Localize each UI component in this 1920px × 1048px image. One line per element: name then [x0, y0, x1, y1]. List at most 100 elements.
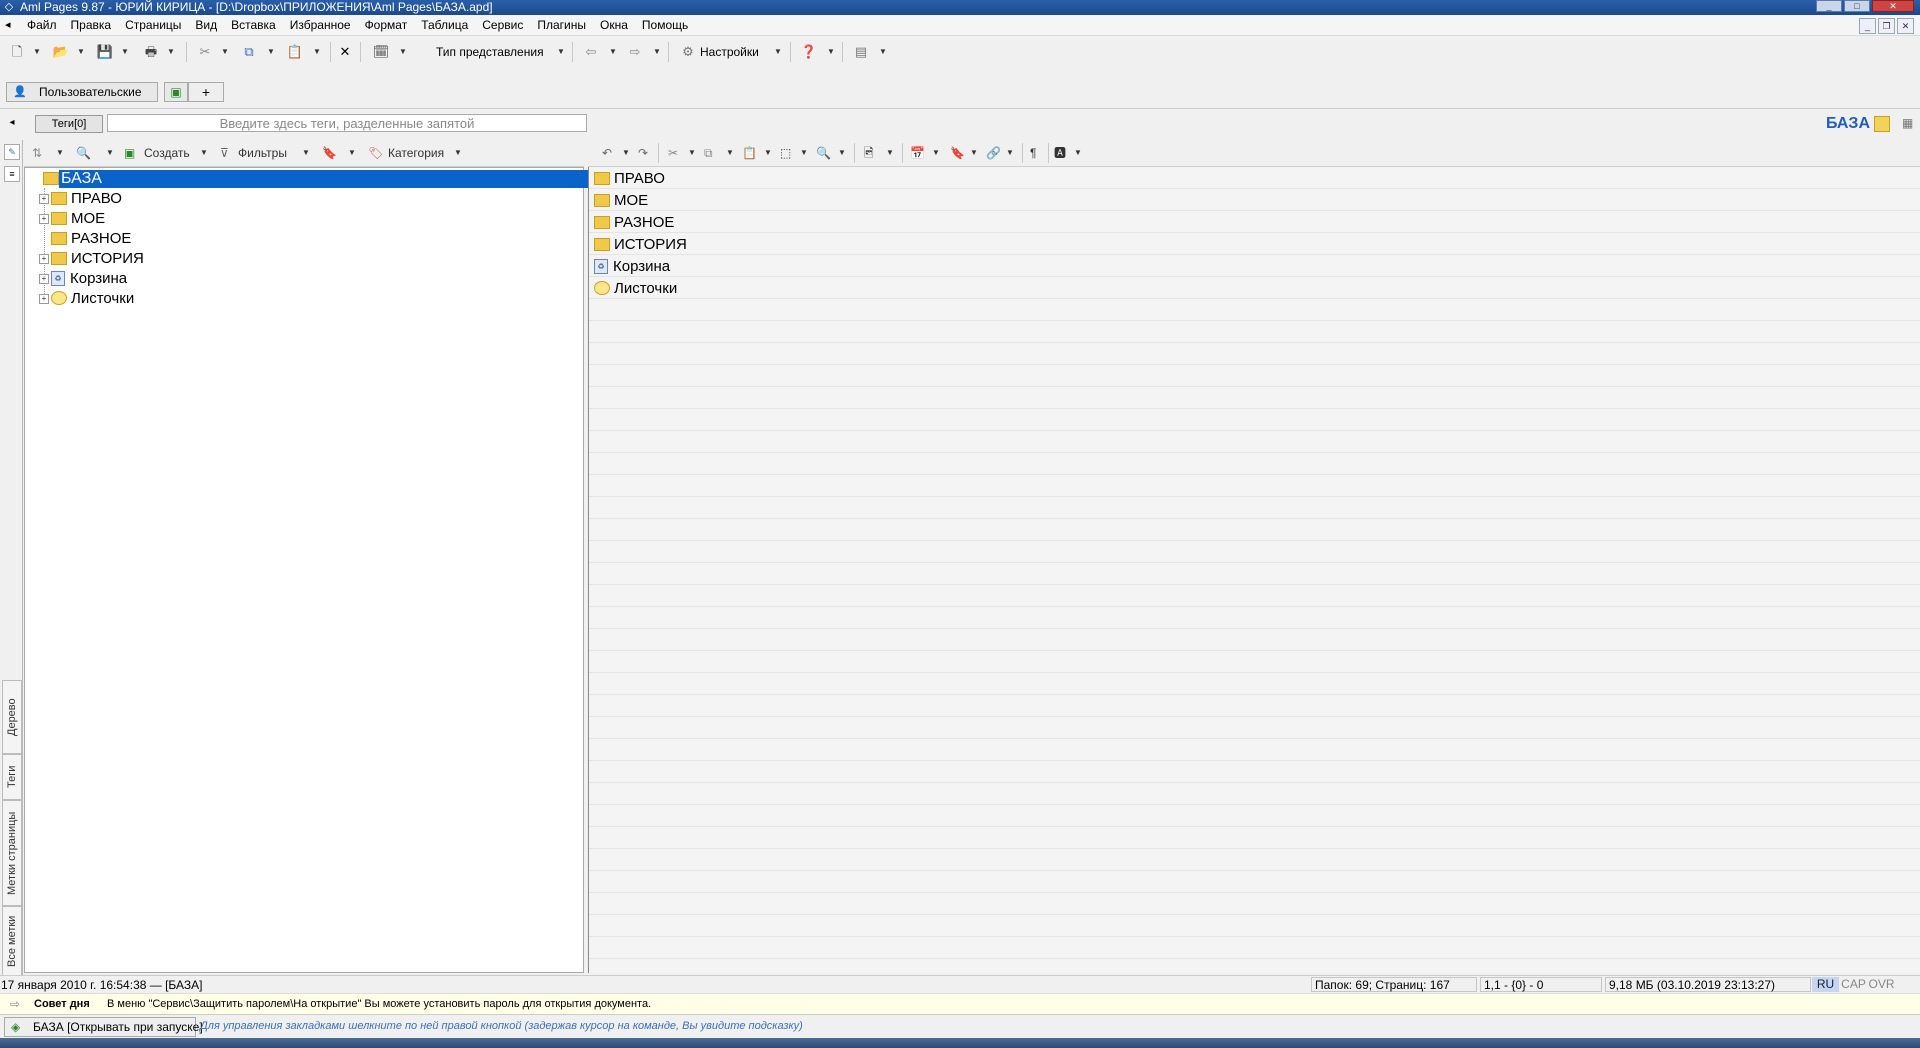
open-icon[interactable]: 📂 [52, 43, 70, 61]
sort-dropdown-icon[interactable]: ▼ [56, 144, 64, 162]
calendar-dropdown-icon[interactable]: ▼ [398, 43, 408, 61]
menu-view[interactable]: Вид [188, 15, 224, 35]
startup-bookmark-button[interactable]: ◈ БАЗА [Открывать при запуске] [4, 1017, 203, 1037]
panel-options-icon[interactable]: ▦ [1902, 116, 1916, 130]
bookmark-icon[interactable]: 🔖 [950, 144, 965, 162]
menu-help[interactable]: Помощь [635, 15, 695, 35]
expand-icon[interactable]: + [39, 294, 49, 304]
list-item[interactable]: РАЗНОЕ [594, 212, 674, 234]
create-button[interactable]: Создать [144, 144, 190, 162]
copy-dropdown-icon[interactable]: ▼ [266, 43, 276, 61]
save-icon[interactable]: 💾 [96, 43, 114, 61]
collapse-arrow-icon[interactable]: ◂ [4, 115, 20, 131]
select-icon[interactable]: ⬚ [780, 144, 791, 162]
date-icon[interactable]: 📅 [910, 144, 925, 162]
expand-icon[interactable]: + [39, 254, 49, 264]
open-dropdown-icon[interactable]: ▼ [76, 43, 86, 61]
paragraph-icon[interactable]: ¶ [1030, 144, 1036, 162]
note-icon[interactable] [1874, 116, 1890, 132]
maximize-button[interactable]: □ [1844, 0, 1870, 12]
list-mode-icon[interactable]: ≡ [4, 166, 20, 182]
find-icon[interactable]: 🔍 [76, 144, 91, 162]
help-dropdown-icon[interactable]: ▼ [826, 43, 836, 61]
cut-dropdown-icon[interactable]: ▼ [220, 43, 230, 61]
new-bookmark-icon[interactable]: ▣ [164, 82, 188, 102]
find-dropdown-icon[interactable]: ▼ [838, 144, 846, 162]
menu-windows[interactable]: Окна [593, 15, 635, 35]
mdi-close-button[interactable]: ✕ [1897, 18, 1914, 34]
copy-icon[interactable]: ⧉ [704, 144, 713, 162]
menu-insert[interactable]: Вставка [224, 15, 283, 35]
expand-icon[interactable]: + [39, 194, 49, 204]
calendar-icon[interactable]: 🗓 [372, 43, 390, 61]
tree-node-root-label[interactable]: БАЗА [59, 170, 601, 188]
layout-dropdown-icon[interactable]: ▼ [878, 43, 888, 61]
paste-dropdown-icon[interactable]: ▼ [764, 144, 772, 162]
system-menu-icon[interactable]: ◂ [5, 18, 11, 31]
tab-all-marks[interactable]: Все метки [2, 906, 22, 976]
link-icon[interactable]: 🔗 [986, 144, 1001, 162]
cut-icon[interactable]: ✂ [196, 43, 214, 61]
edit-mode-icon[interactable]: ✎ [4, 144, 20, 160]
list-item[interactable]: МОЕ [594, 190, 648, 212]
menu-service[interactable]: Сервис [475, 15, 530, 35]
tree-node[interactable]: + ПРАВО [39, 189, 122, 208]
tab-tags[interactable]: Теги [2, 754, 22, 800]
forward-dropdown-icon[interactable]: ▼ [652, 43, 662, 61]
date-dropdown-icon[interactable]: ▼ [932, 144, 940, 162]
copy-icon[interactable]: ⧉ [240, 43, 258, 61]
copy-dropdown-icon[interactable]: ▼ [726, 144, 734, 162]
minimize-button[interactable]: _ [1816, 0, 1842, 12]
paste-icon[interactable]: 📋 [286, 43, 304, 61]
bookmark-dropdown-icon[interactable]: ▼ [348, 144, 356, 162]
list-item[interactable]: ПРАВО [594, 168, 665, 190]
filters-dropdown-icon[interactable]: ▼ [302, 144, 310, 162]
expand-icon[interactable]: + [39, 274, 49, 284]
menu-favorites[interactable]: Избранное [283, 15, 358, 35]
menu-edit[interactable]: Правка [64, 15, 119, 35]
menu-format[interactable]: Формат [358, 15, 415, 35]
expand-icon[interactable]: + [39, 214, 49, 224]
tags-input[interactable] [107, 114, 587, 132]
tree-node[interactable]: + ♻ Корзина [39, 269, 127, 288]
insert-image-icon[interactable]: 🖻 [864, 144, 874, 162]
find-dropdown-icon[interactable]: ▼ [106, 144, 114, 162]
gear-icon[interactable]: ⚙ [680, 43, 696, 61]
menu-plugins[interactable]: Плагины [530, 15, 593, 35]
tree-node[interactable]: + Листочки [39, 289, 134, 308]
view-type-dropdown-icon[interactable]: ▼ [556, 43, 566, 61]
settings-button[interactable]: Настройки [700, 43, 759, 61]
list-item[interactable]: Листочки [594, 278, 677, 300]
paste-icon[interactable]: 📋 [742, 144, 757, 162]
bookmark-tab-custom[interactable]: 👤 Пользовательские [6, 82, 158, 102]
menu-file[interactable]: Файл [20, 15, 64, 35]
filters-button[interactable]: Фильтры [238, 144, 287, 162]
paste-dropdown-icon[interactable]: ▼ [312, 43, 322, 61]
tree-node[interactable]: + ИСТОРИЯ [39, 249, 144, 268]
add-bookmark-tab-button[interactable]: + [188, 82, 224, 102]
layout-icon[interactable]: ▤ [852, 43, 870, 61]
link-dropdown-icon[interactable]: ▼ [1006, 144, 1014, 162]
style-icon[interactable]: 🅰 [1054, 144, 1066, 162]
mdi-restore-button[interactable]: ❐ [1878, 18, 1895, 34]
select-dropdown-icon[interactable]: ▼ [800, 144, 808, 162]
tab-page-marks[interactable]: Метки страницы [2, 800, 22, 906]
help-icon[interactable]: ❓ [800, 43, 818, 61]
tree-node[interactable]: РАЗНОЕ [39, 229, 131, 248]
category-dropdown-icon[interactable]: ▼ [454, 144, 462, 162]
bookmark-icon[interactable]: 🔖 [322, 144, 337, 162]
print-dropdown-icon[interactable]: ▼ [166, 43, 176, 61]
tab-tree[interactable]: Дерево [2, 680, 22, 754]
cut-icon[interactable]: ✂ [668, 144, 678, 162]
mdi-minimize-button[interactable]: _ [1859, 18, 1876, 34]
create-dropdown-icon[interactable]: ▼ [200, 144, 208, 162]
menu-pages[interactable]: Страницы [118, 15, 188, 35]
save-dropdown-icon[interactable]: ▼ [120, 43, 130, 61]
tags-button[interactable]: Теги[0] [35, 115, 103, 133]
delete-icon[interactable]: ✕ [336, 43, 354, 61]
cut-dropdown-icon[interactable]: ▼ [688, 144, 696, 162]
settings-dropdown-icon[interactable]: ▼ [773, 43, 783, 61]
redo-icon[interactable]: ↷ [638, 144, 648, 162]
lang-indicator[interactable]: RU [1812, 977, 1839, 992]
close-button[interactable]: ✕ [1872, 0, 1914, 12]
